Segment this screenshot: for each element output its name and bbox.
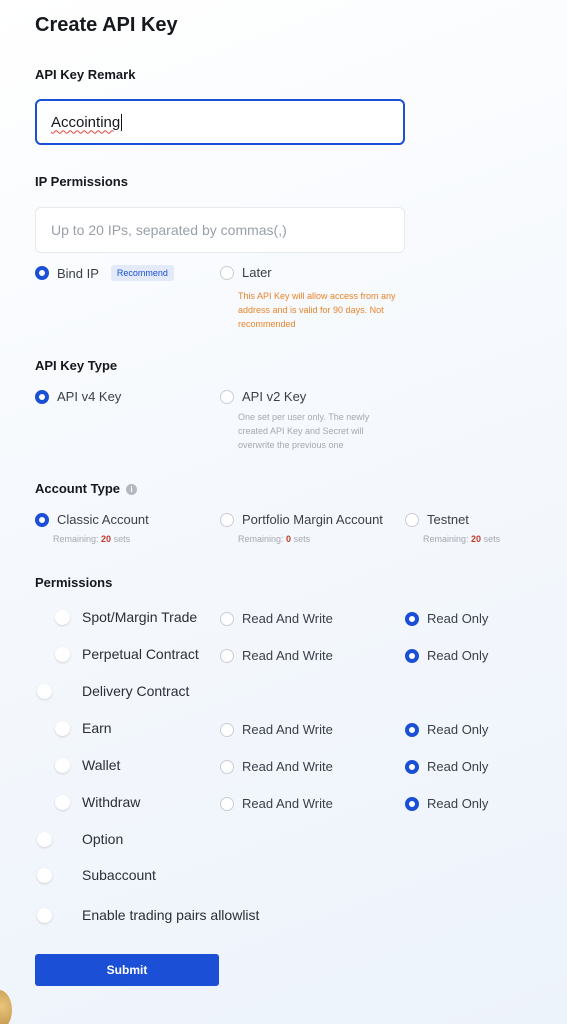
classic-account-option[interactable]: Classic Account (35, 512, 149, 527)
read-write-label: Read And Write (242, 611, 333, 626)
earn-read-only[interactable]: Read Only (405, 722, 488, 737)
page-title: Create API Key (35, 14, 178, 36)
remaining-prefix: Remaining: (238, 534, 284, 544)
read-only-label: Read Only (427, 722, 489, 737)
testnet-option[interactable]: Testnet (405, 512, 469, 527)
spot-margin-label: Spot/Margin Trade (82, 609, 198, 625)
portfolio-margin-label: Portfolio Margin Account (242, 512, 383, 527)
text-caret (121, 113, 123, 131)
read-write-label: Read And Write (242, 648, 333, 663)
portfolio-margin-option[interactable]: Portfolio Margin Account (220, 512, 383, 527)
wallet-label: Wallet (82, 757, 121, 773)
api-v2-radio[interactable] (220, 389, 234, 404)
read-only-radio[interactable] (405, 796, 419, 811)
spot-margin-read-write[interactable]: Read And Write (220, 611, 333, 626)
classic-account-radio[interactable] (35, 512, 49, 527)
remark-label: API Key Remark (35, 67, 136, 82)
remaining-suffix: sets (293, 534, 311, 544)
remaining-count: 20 (101, 534, 112, 544)
later-label: Later (242, 265, 272, 280)
remark-value: Accointing (51, 113, 121, 131)
earn-read-write[interactable]: Read And Write (220, 722, 333, 737)
bind-ip-option[interactable]: Bind IP Recommend (35, 265, 174, 281)
read-write-label: Read And Write (242, 722, 333, 737)
read-only-label: Read Only (427, 796, 489, 811)
remaining-count: 20 (471, 534, 482, 544)
wallet-read-only[interactable]: Read Only (405, 759, 488, 774)
api-v2-note: One set per user only. The newly created… (238, 412, 370, 450)
withdraw-label: Withdraw (82, 794, 141, 810)
api-key-type-label: API Key Type (35, 358, 118, 373)
portfolio-remaining: Remaining: 0 sets (238, 534, 310, 544)
read-only-radio[interactable] (405, 722, 419, 737)
api-v4-label: API v4 Key (57, 389, 122, 404)
perpetual-read-write[interactable]: Read And Write (220, 648, 333, 663)
withdraw-read-write[interactable]: Read And Write (220, 796, 333, 811)
ip-permissions-label: IP Permissions (35, 174, 128, 189)
option-label: Option (82, 831, 124, 847)
read-only-label: Read Only (427, 611, 489, 626)
recommend-badge: Recommend (110, 265, 174, 281)
read-write-radio[interactable] (220, 722, 234, 737)
perpetual-contract-label: Perpetual Contract (82, 646, 199, 662)
later-warning-note: This API Key will allow access from any … (238, 291, 396, 329)
testnet-remaining: Remaining: 20 sets (423, 534, 500, 544)
read-write-label: Read And Write (242, 796, 333, 811)
delivery-contract-label: Delivery Contract (82, 683, 190, 699)
read-write-radio[interactable] (220, 796, 234, 811)
perpetual-read-only[interactable]: Read Only (405, 648, 488, 663)
bind-ip-radio[interactable] (35, 266, 49, 280)
permissions-label: Permissions (35, 575, 113, 590)
ip-input[interactable] (51, 222, 389, 238)
wallet-read-write[interactable]: Read And Write (220, 759, 333, 774)
api-v4-radio[interactable] (35, 389, 49, 404)
later-option[interactable]: Later (220, 265, 272, 280)
read-only-label: Read Only (427, 759, 489, 774)
portfolio-margin-radio[interactable] (220, 512, 234, 527)
read-only-radio[interactable] (405, 648, 419, 663)
allowlist-label: Enable trading pairs allowlist (82, 907, 260, 923)
withdraw-read-only[interactable]: Read Only (405, 796, 488, 811)
read-only-label: Read Only (427, 648, 489, 663)
remaining-count: 0 (286, 534, 292, 544)
read-only-radio[interactable] (405, 759, 419, 774)
remaining-suffix: sets (113, 534, 131, 544)
remaining-prefix: Remaining: (423, 534, 469, 544)
api-v2-option[interactable]: API v2 Key (220, 389, 306, 404)
read-write-radio[interactable] (220, 611, 234, 626)
earn-label: Earn (82, 720, 112, 736)
bind-ip-label: Bind IP (57, 265, 99, 281)
submit-button[interactable]: Submit (35, 954, 219, 986)
remark-input[interactable]: Accointing (35, 99, 405, 145)
account-type-label: Account Type (35, 481, 120, 496)
classic-account-label: Classic Account (57, 512, 149, 527)
testnet-label: Testnet (427, 512, 469, 527)
subaccount-label: Subaccount (82, 867, 156, 883)
read-only-radio[interactable] (405, 611, 419, 626)
api-v4-option[interactable]: API v4 Key (35, 389, 121, 404)
info-icon[interactable]: i (126, 484, 137, 496)
testnet-radio[interactable] (405, 512, 419, 527)
avatar[interactable] (0, 990, 12, 1024)
read-write-label: Read And Write (242, 759, 333, 774)
remaining-suffix: sets (483, 534, 501, 544)
remaining-prefix: Remaining: (53, 534, 99, 544)
api-v2-label: API v2 Key (242, 389, 307, 404)
read-write-radio[interactable] (220, 648, 234, 663)
classic-remaining: Remaining: 20 sets (53, 534, 130, 544)
ip-field[interactable] (35, 207, 405, 253)
later-radio[interactable] (220, 265, 234, 280)
account-type-heading: Account Type i (35, 481, 137, 496)
spot-margin-read-only[interactable]: Read Only (405, 611, 488, 626)
read-write-radio[interactable] (220, 759, 234, 774)
